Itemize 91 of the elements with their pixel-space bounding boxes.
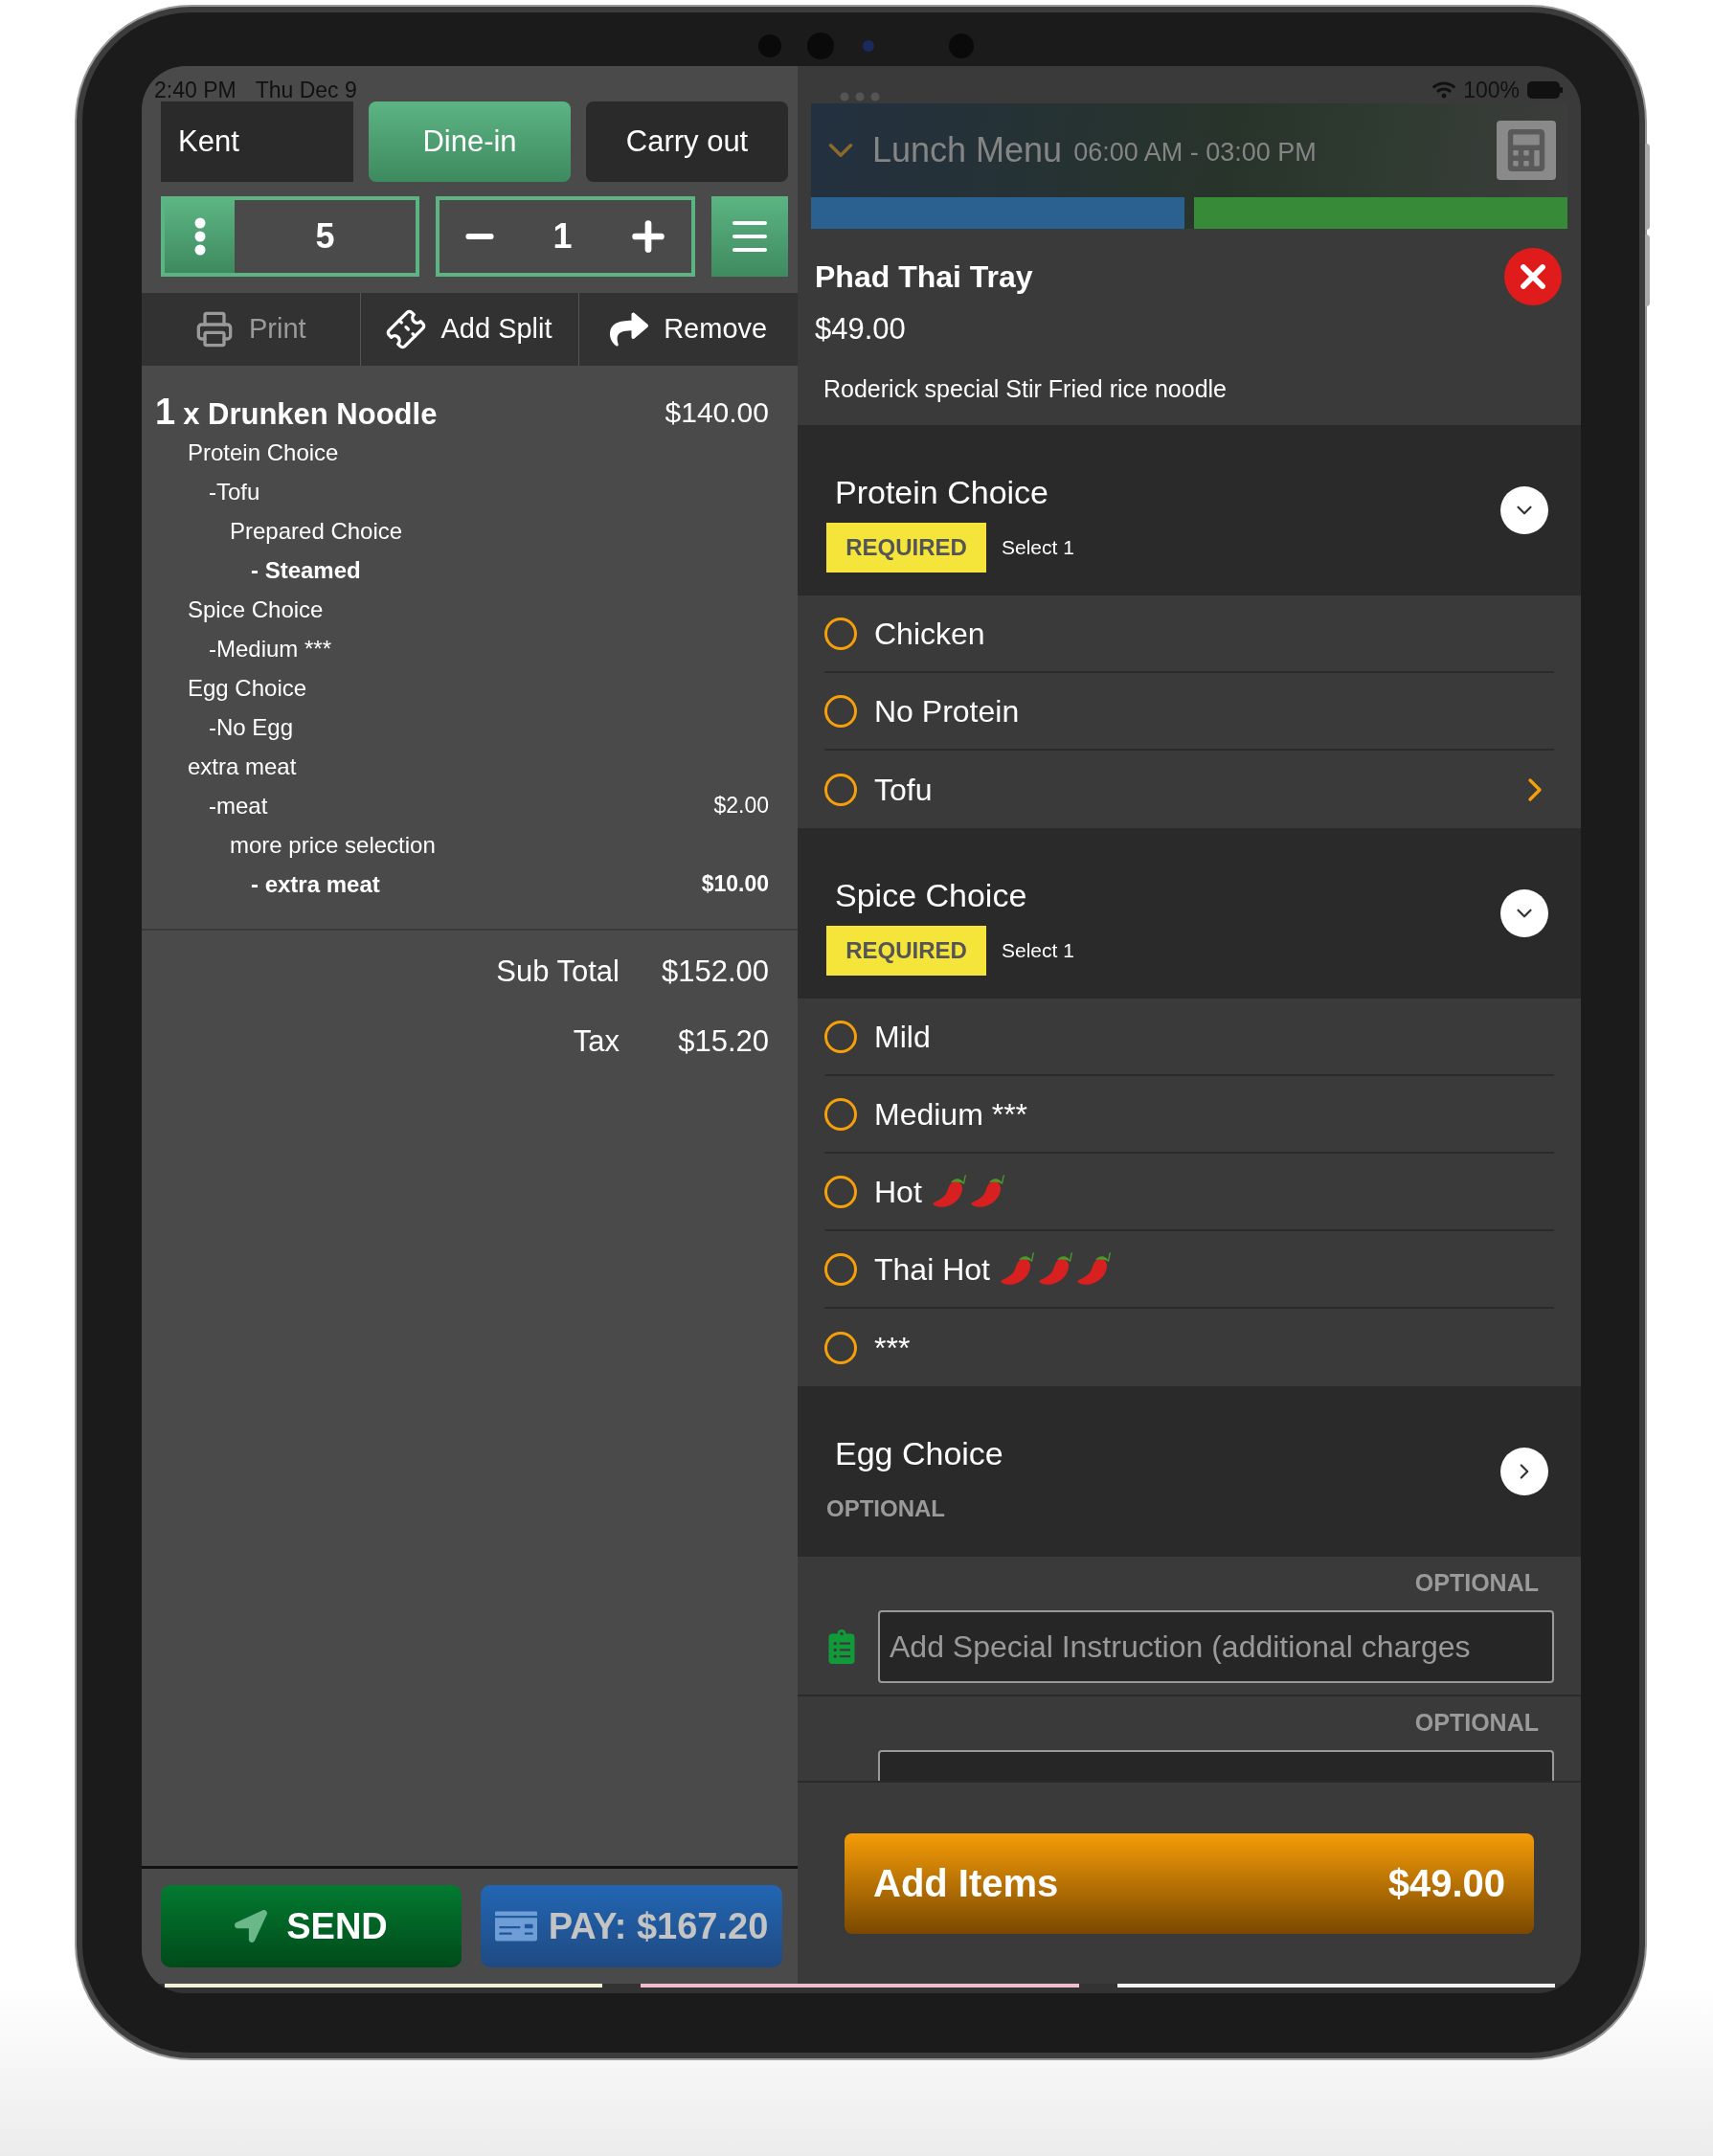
- menu-button[interactable]: [711, 196, 788, 277]
- modifier-text: more price selection: [230, 830, 436, 860]
- option-label: Tofu: [874, 771, 933, 809]
- item-name: x Drunken Noodle: [183, 395, 438, 433]
- option-label: Thai Hot: [874, 1250, 990, 1289]
- modifier-price: $2.00: [713, 792, 769, 820]
- expand-toggle[interactable]: [1500, 889, 1548, 937]
- radio-button[interactable]: [824, 694, 857, 728]
- add-items-button[interactable]: Add Items $49.00: [845, 1832, 1534, 1934]
- modifier-text: - Steamed: [251, 555, 361, 585]
- printer-icon: [195, 310, 234, 348]
- item-price: $49.00: [815, 311, 907, 348]
- option-row[interactable]: Mild: [824, 999, 1554, 1076]
- group-title: Protein Choice: [834, 472, 1049, 512]
- instruction-field[interactable]: Add Special Instruction (additional charges: [878, 1610, 1554, 1683]
- modifier-text: Protein Choice: [188, 438, 339, 467]
- item-price: $140.00: [665, 394, 769, 430]
- chili-icon: [969, 1174, 1004, 1209]
- total-label: Sub Total: [496, 954, 620, 990]
- item-description: Roderick special Stir Fried rice noodle: [823, 373, 1228, 404]
- radio-button[interactable]: [824, 773, 857, 806]
- close-button[interactable]: [1504, 248, 1562, 305]
- radio-button[interactable]: [824, 1175, 857, 1208]
- guest-count-field[interactable]: 5: [161, 196, 419, 277]
- option-label: ***: [874, 1329, 911, 1367]
- modifier-text: Spice Choice: [188, 595, 324, 624]
- menu-hours: 06:00 AM - 03:00 PM: [1073, 136, 1317, 168]
- modifier-text: -Medium ***: [209, 634, 332, 663]
- required-tag: REQUIRED: [826, 925, 986, 976]
- radio-button[interactable]: [824, 1020, 857, 1053]
- select-rule: Select 1: [1002, 937, 1074, 963]
- battery-icon: [1527, 81, 1564, 99]
- option-label: Medium ***: [874, 1095, 1028, 1134]
- chili-icon: [931, 1174, 966, 1209]
- chili-icon: [1075, 1251, 1111, 1287]
- modifier-text: -Tofu: [209, 477, 260, 506]
- expand-toggle[interactable]: [1500, 1448, 1548, 1495]
- radio-button[interactable]: [824, 1097, 857, 1131]
- multitask-dots-icon: [840, 92, 880, 101]
- option-label: Mild: [874, 1018, 931, 1056]
- quantity-value: 1: [552, 215, 573, 258]
- select-rule: Select 1: [1002, 534, 1074, 560]
- send-button[interactable]: SEND: [161, 1885, 462, 1967]
- option-row[interactable]: Tofu: [824, 751, 1554, 828]
- order-type-tab[interactable]: Carry out: [586, 101, 788, 182]
- option-label: Hot: [874, 1173, 922, 1211]
- option-row[interactable]: Medium ***: [824, 1076, 1554, 1154]
- paper-plane-icon: [235, 1910, 268, 1943]
- share-arrow-icon: [610, 310, 649, 348]
- option-label: No Protein: [874, 692, 1020, 730]
- modifier-text: -meat: [209, 791, 268, 820]
- group-title: Egg Choice: [834, 1433, 1003, 1473]
- option-row[interactable]: ***: [824, 1309, 1554, 1386]
- dots-icon: [193, 217, 206, 256]
- quantity-stepper[interactable]: 1: [436, 196, 695, 277]
- status-date: Thu Dec 9: [255, 79, 357, 101]
- customer-name[interactable]: Kent: [161, 101, 353, 182]
- chili-icon: [999, 1251, 1034, 1287]
- modifier-text: Prepared Choice: [230, 516, 403, 546]
- chili-icon: [1037, 1251, 1072, 1287]
- modifier-text: - extra meat: [251, 869, 380, 899]
- calculator-icon: [1505, 129, 1547, 171]
- status-time: 2:40 PM: [154, 79, 237, 101]
- expand-toggle[interactable]: [1500, 486, 1548, 534]
- modifier-text: -No Egg: [209, 712, 294, 742]
- optional-tag: OPTIONAL: [1414, 1565, 1539, 1602]
- menu-name: Lunch Menu: [872, 129, 1063, 171]
- guest-count: 5: [314, 215, 336, 258]
- total-label: Tax: [573, 1022, 620, 1060]
- optional-tag: OPTIONAL: [826, 1483, 945, 1534]
- radio-button[interactable]: [824, 617, 857, 650]
- radio-button[interactable]: [824, 1252, 857, 1286]
- option-row[interactable]: No Protein: [824, 673, 1554, 751]
- total-value: $15.20: [677, 1022, 769, 1060]
- radio-button[interactable]: [824, 1331, 857, 1364]
- options-button[interactable]: [165, 200, 235, 273]
- modifier-text: Egg Choice: [188, 673, 307, 703]
- option-row[interactable]: Chicken: [824, 595, 1554, 673]
- optional-tag: OPTIONAL: [1414, 1705, 1539, 1741]
- group-title: Spice Choice: [834, 875, 1028, 915]
- option-label: Chicken: [874, 615, 985, 653]
- pay-button[interactable]: PAY: $167.20: [481, 1885, 782, 1967]
- option-row[interactable]: Hot: [824, 1154, 1554, 1231]
- item-title: Phad Thai Tray: [815, 258, 1033, 296]
- modifier-text: extra meat: [188, 752, 297, 781]
- required-tag: REQUIRED: [826, 522, 986, 573]
- option-row[interactable]: Thai Hot: [824, 1231, 1554, 1309]
- toolbar-button[interactable]: Add Split: [359, 293, 579, 366]
- item-quantity: 1: [155, 390, 176, 434]
- total-value: $152.00: [662, 954, 769, 990]
- modifier-price: $10.00: [701, 870, 769, 899]
